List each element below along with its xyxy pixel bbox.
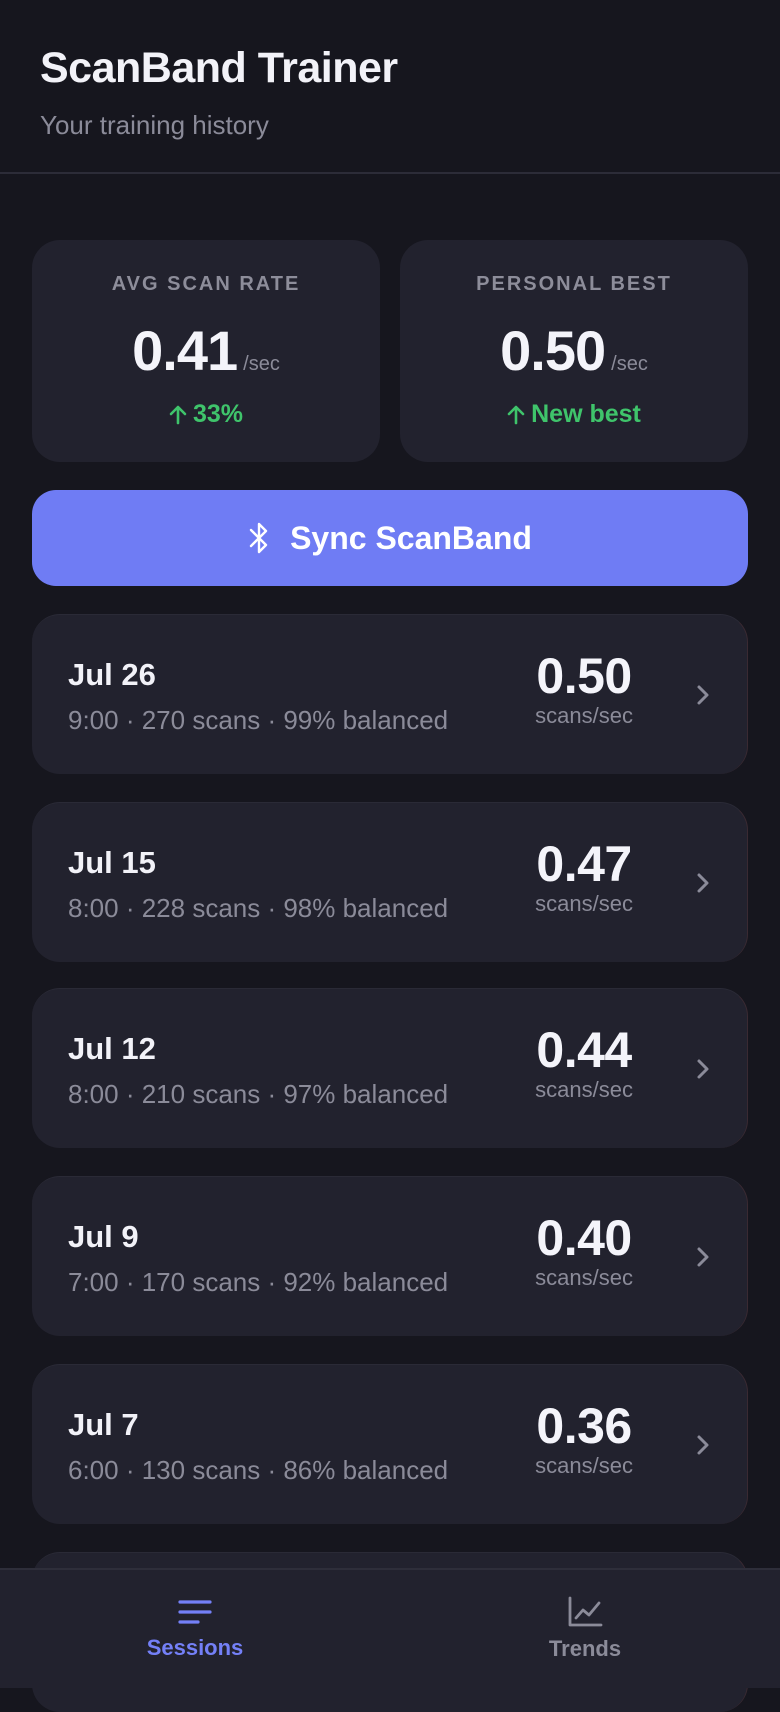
stat-value: 0.41: [132, 319, 238, 382]
stat-unit: /sec: [243, 353, 280, 375]
chevron-right-icon: [697, 1059, 709, 1079]
session-meta: 6:00 · 130 scans · 86% balanced: [68, 1455, 449, 1485]
stat-trend-text: New best: [531, 400, 641, 428]
chevron-right-icon: [697, 685, 709, 705]
bottom-tab-bar: Sessions Trends: [0, 1568, 780, 1688]
session-date: Jul 7: [68, 1407, 139, 1442]
stat-value: 0.50: [500, 319, 606, 382]
arrow-up-icon: [507, 405, 525, 424]
session-card[interactable]: Jul 7 6:00 · 130 scans · 86% balanced 0.…: [32, 1364, 748, 1524]
list-icon: [178, 1600, 212, 1624]
session-rate-unit: scans/sec: [535, 703, 633, 728]
session-rate: 0.47 scans/sec: [535, 837, 633, 917]
session-rate: 0.44 scans/sec: [535, 1023, 633, 1103]
chevron-right-icon: [697, 873, 709, 893]
session-rate-value: 0.50: [536, 648, 632, 704]
session-rate: 0.36 scans/sec: [535, 1399, 633, 1479]
stat-unit: /sec: [611, 353, 648, 375]
stat-value-row: 0.41 /sec: [32, 318, 380, 383]
stat-trend: 33%: [32, 400, 380, 429]
session-meta: 7:00 · 170 scans · 92% balanced: [68, 1267, 449, 1297]
session-rate-unit: scans/sec: [535, 1265, 633, 1290]
session-date: Jul 9: [68, 1219, 139, 1254]
session-rate-unit: scans/sec: [535, 891, 633, 916]
stat-value-row: 0.50 /sec: [400, 318, 748, 383]
session-card[interactable]: Jul 15 8:00 · 228 scans · 98% balanced 0…: [32, 802, 748, 962]
session-card[interactable]: Jul 26 9:00 · 270 scans · 99% balanced 0…: [32, 614, 748, 774]
app-header: ScanBand Trainer Your training history: [0, 0, 780, 174]
session-rate-value: 0.44: [536, 1022, 632, 1078]
chevron-right-icon: [697, 1435, 709, 1455]
session-date: Jul 26: [68, 657, 156, 692]
tab-trends[interactable]: Trends: [390, 1570, 780, 1688]
session-rate-value: 0.36: [536, 1398, 632, 1454]
stat-label: AVG SCAN RATE: [111, 273, 301, 295]
stat-trend: New best: [400, 400, 748, 429]
tab-label: Trends: [548, 1636, 622, 1661]
bluetooth-icon: [249, 522, 268, 554]
session-card[interactable]: Jul 12 8:00 · 210 scans · 97% balanced 0…: [32, 988, 748, 1148]
session-rate-unit: scans/sec: [535, 1077, 633, 1102]
session-meta: 8:00 · 228 scans · 98% balanced: [68, 893, 449, 923]
session-rate-value: 0.47: [536, 836, 632, 892]
chart-icon: [568, 1596, 603, 1627]
session-date: Jul 12: [68, 1031, 156, 1066]
personal-best-card: PERSONAL BEST 0.50 /sec New best: [400, 240, 748, 462]
app-title: ScanBand Trainer: [40, 44, 398, 92]
session-date: Jul 15: [68, 845, 156, 880]
sync-scanband-button[interactable]: Sync ScanBand: [32, 490, 748, 586]
session-card[interactable]: Jul 9 7:00 · 170 scans · 92% balanced 0.…: [32, 1176, 748, 1336]
session-rate: 0.50 scans/sec: [535, 649, 633, 729]
tab-sessions[interactable]: Sessions: [0, 1570, 390, 1688]
tab-label: Sessions: [146, 1635, 244, 1660]
session-rate: 0.40 scans/sec: [535, 1211, 633, 1291]
session-meta: 9:00 · 270 scans · 99% balanced: [68, 705, 449, 735]
stat-trend-text: 33%: [192, 400, 244, 428]
session-rate-value: 0.40: [536, 1210, 632, 1266]
sync-button-label: Sync ScanBand: [290, 519, 532, 556]
app-subtitle: Your training history: [40, 110, 269, 140]
session-rate-unit: scans/sec: [535, 1453, 633, 1478]
avg-scan-rate-card: AVG SCAN RATE 0.41 /sec 33%: [32, 240, 380, 462]
chevron-right-icon: [697, 1247, 709, 1267]
stat-label: PERSONAL BEST: [476, 273, 672, 295]
arrow-up-icon: [169, 405, 187, 424]
session-meta: 8:00 · 210 scans · 97% balanced: [68, 1079, 449, 1109]
